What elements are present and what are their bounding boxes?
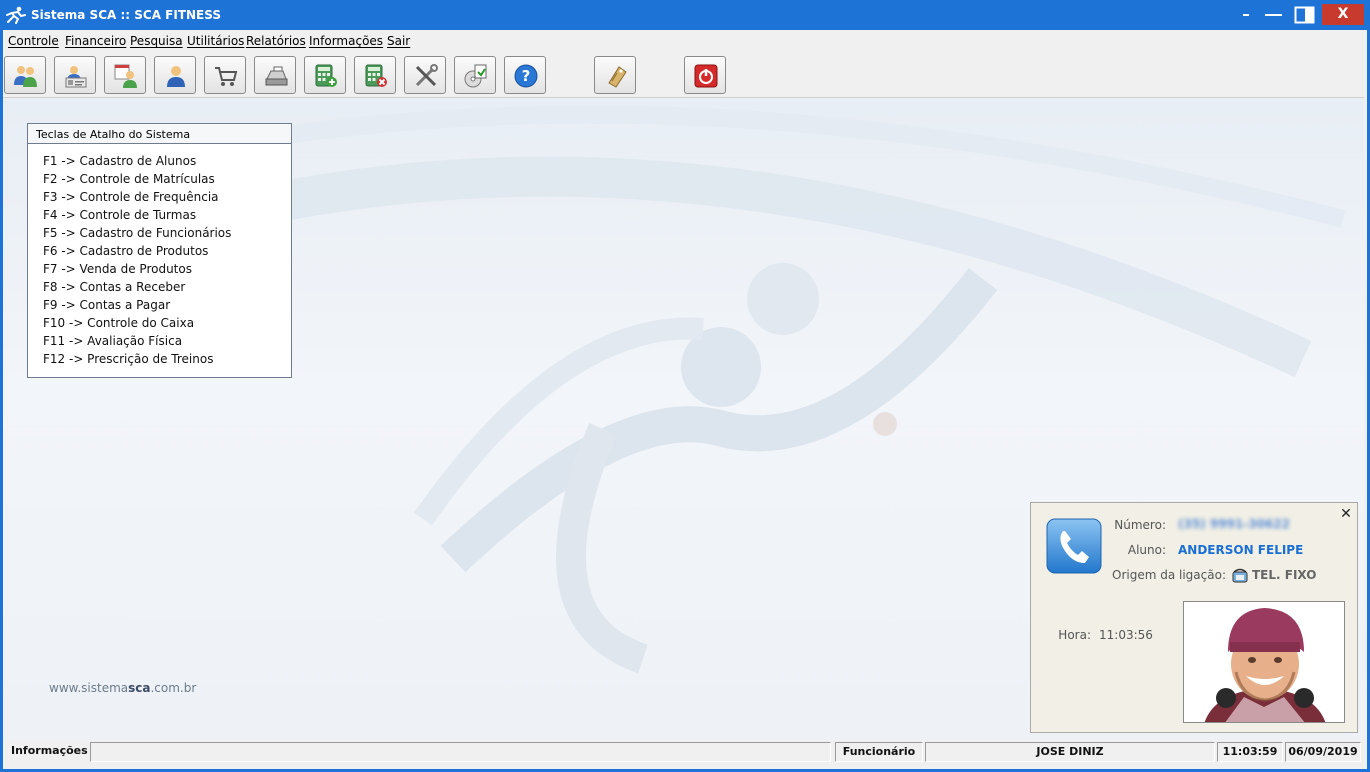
close-popup-button[interactable]: ✕ xyxy=(1338,506,1354,522)
help-icon: ? xyxy=(514,64,538,88)
menu-pesquisa[interactable]: Pesquisa xyxy=(130,34,183,48)
shortcut-item: F8 -> Contas a Receber xyxy=(43,280,186,294)
status-clock: 11:03:59 xyxy=(1217,742,1283,762)
shortcut-item: F3 -> Controle de Frequência xyxy=(43,190,219,204)
website-prefix: www.sistema xyxy=(49,681,129,695)
shortcut-item: F5 -> Cadastro de Funcionários xyxy=(43,226,232,240)
classes-button[interactable] xyxy=(154,56,196,94)
menu-controle[interactable]: Controle xyxy=(8,34,59,48)
landline-phone-icon xyxy=(1232,568,1248,583)
minimize-icon xyxy=(1243,14,1249,16)
time-value: 11:03:56 xyxy=(1099,628,1153,642)
menu-financeiro[interactable]: Financeiro xyxy=(65,34,126,48)
shortcut-item: F1 -> Cadastro de Alunos xyxy=(43,154,197,168)
number-value: (35) 9991-30622 xyxy=(1178,517,1290,531)
key-tag-icon xyxy=(608,66,627,88)
menu-relatorios[interactable]: Relatórios xyxy=(246,34,306,48)
menu-bar: Controle Financeiro Pesquisa Utilitários… xyxy=(3,30,1364,52)
exit-button[interactable] xyxy=(684,56,726,94)
calculator-add-icon xyxy=(315,64,337,87)
status-info-panel xyxy=(90,742,831,762)
origin-label: Origem da ligação: xyxy=(1112,568,1226,582)
status-info-label: Informações xyxy=(11,744,88,757)
shortcuts-header: Teclas de Atalho do Sistema xyxy=(28,124,291,144)
menu-sair[interactable]: Sair xyxy=(387,34,410,48)
panel-icon xyxy=(1294,6,1315,24)
shortcut-item: F9 -> Contas a Pagar xyxy=(43,298,171,312)
power-icon xyxy=(694,64,718,88)
student-photo xyxy=(1183,601,1345,723)
receivable-button[interactable] xyxy=(304,56,346,94)
student-avatar-icon xyxy=(1184,602,1344,722)
cash-button[interactable] xyxy=(254,56,296,94)
tools-icon xyxy=(415,64,438,87)
student-name: ANDERSON FELIPE xyxy=(1178,543,1304,557)
tools-button[interactable] xyxy=(404,56,446,94)
enrollment-button[interactable] xyxy=(54,56,96,94)
attendance-button[interactable] xyxy=(104,56,146,94)
student-label: Aluno: xyxy=(1127,543,1166,557)
cash-register-icon xyxy=(265,66,288,86)
window-title: Sistema SCA :: SCA FITNESS xyxy=(31,8,221,22)
user-icon xyxy=(167,66,185,87)
access-button[interactable] xyxy=(594,56,636,94)
payable-button[interactable] xyxy=(354,56,396,94)
minimize-to-bar-button[interactable] xyxy=(1262,4,1286,26)
backup-button[interactable] xyxy=(454,56,496,94)
website-link[interactable]: www.sistemasca.com.br xyxy=(49,681,196,695)
students-icon xyxy=(14,66,37,87)
app-runner-icon xyxy=(6,6,26,24)
website-brand: sca xyxy=(128,681,151,695)
backup-disk-icon xyxy=(464,64,487,88)
status-bar: Informações Funcionário JOSE DINIZ 11:03… xyxy=(3,740,1364,764)
sales-button[interactable] xyxy=(204,56,246,94)
close-button[interactable]: X xyxy=(1322,4,1364,25)
shortcut-item: F4 -> Controle de Turmas xyxy=(43,208,197,222)
shortcut-item: F6 -> Cadastro de Produtos xyxy=(43,244,209,258)
shortcuts-list: F1 -> Cadastro de Alunos F2 -> Controle … xyxy=(43,154,231,370)
shortcut-item: F2 -> Controle de Matrículas xyxy=(43,172,215,186)
menu-utilitarios[interactable]: Utilitários xyxy=(187,34,244,48)
status-date: 06/09/2019 xyxy=(1285,742,1361,762)
origin-value: TEL. FIXO xyxy=(1252,568,1317,582)
time-label: Hora: xyxy=(1058,628,1091,642)
calculator-remove-icon xyxy=(365,64,387,87)
website-suffix: .com.br xyxy=(150,681,197,695)
maximize-button[interactable] xyxy=(1292,4,1318,26)
svg-text:?: ? xyxy=(522,67,531,85)
enrollment-card-icon xyxy=(65,66,87,88)
students-button[interactable] xyxy=(4,56,46,94)
menu-informacoes[interactable]: Informações xyxy=(309,34,383,48)
number-label: Número: xyxy=(1114,518,1166,532)
shortcut-item: F12 -> Prescrição de Treinos xyxy=(43,352,214,366)
caller-popup: ✕ Número: (35) 9991-30622 Aluno: ANDERSO… xyxy=(1030,502,1358,733)
status-employee-label: Funcionário xyxy=(835,742,923,762)
toolbar: ? xyxy=(3,52,1364,98)
shortcut-item: F11 -> Avaliação Física xyxy=(43,334,183,348)
shortcuts-panel: Teclas de Atalho do Sistema F1 -> Cadast… xyxy=(27,123,292,378)
shopping-cart-icon xyxy=(215,67,238,86)
shortcut-item: F10 -> Controle do Caixa xyxy=(43,316,195,330)
shortcut-item: F7 -> Venda de Produtos xyxy=(43,262,192,276)
title-bar[interactable]: Sistema SCA :: SCA FITNESS X xyxy=(0,0,1370,30)
status-employee-name: JOSE DINIZ xyxy=(925,742,1215,762)
dash-icon xyxy=(1265,14,1282,16)
help-button[interactable]: ? xyxy=(504,56,546,94)
schedule-user-icon xyxy=(114,64,137,88)
minimize-button[interactable] xyxy=(1237,4,1257,26)
